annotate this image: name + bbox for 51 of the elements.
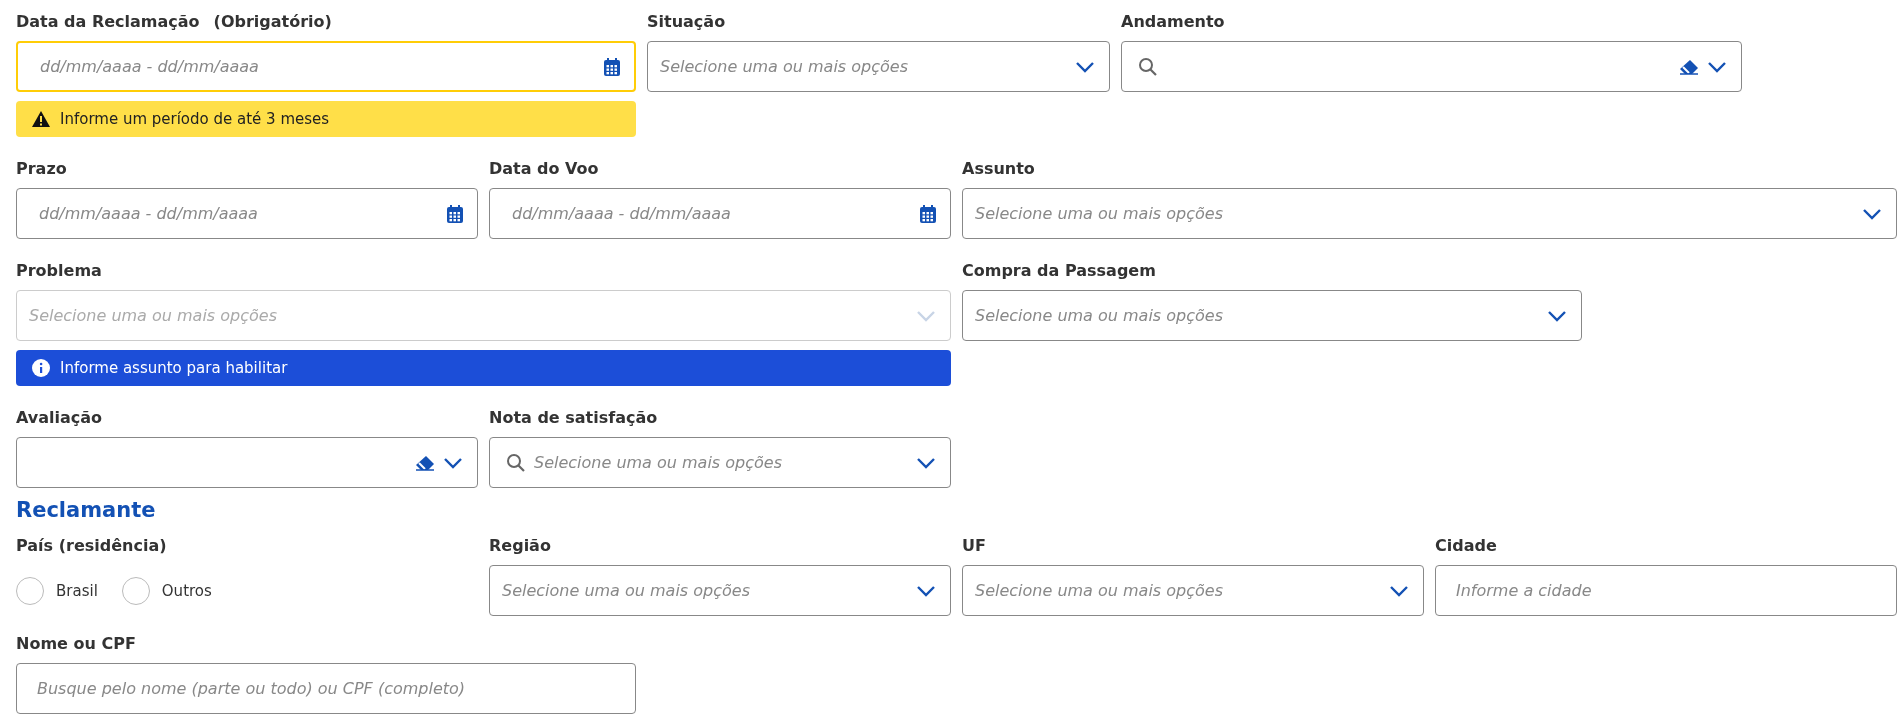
date-range-field[interactable]: dd/mm/aaaa - dd/mm/aaaa: [16, 188, 478, 239]
search-icon: [506, 452, 526, 473]
alert-text: Informe assunto para habilitar: [60, 359, 288, 377]
eraser-icon[interactable]: [1679, 58, 1699, 75]
chevron-down-icon[interactable]: [916, 456, 936, 469]
eraser-icon[interactable]: [415, 454, 435, 471]
field-label: Nota de satisfação: [489, 407, 658, 427]
field-label: Compra da Passagem: [962, 260, 1156, 280]
field-label: Problema: [16, 260, 102, 280]
text-field[interactable]: Busque pelo nome (parte ou todo) ou CPF (completo): [16, 663, 636, 714]
radio-option[interactable]: Brasil: [16, 576, 98, 605]
field-label: Prazo: [16, 158, 67, 178]
calendar-icon[interactable]: [604, 57, 620, 76]
info-icon: [32, 359, 50, 377]
select-field[interactable]: Selecione uma ou mais opções: [962, 290, 1582, 341]
required-note: (Obrigatório): [213, 11, 332, 31]
select-field[interactable]: Selecione uma ou mais opções: [962, 188, 1897, 239]
section-title: Reclamante: [16, 498, 157, 522]
field-label: País (residência): [16, 535, 167, 555]
select-field[interactable]: Selecione uma ou mais opções: [647, 41, 1110, 92]
field-label: Data do Voo: [489, 158, 599, 178]
calendar-icon[interactable]: [920, 204, 936, 223]
chevron-down-icon[interactable]: [1547, 309, 1567, 322]
chevron-down-icon[interactable]: [1389, 584, 1409, 597]
search-icon: [1138, 56, 1158, 77]
field-label: UF: [962, 535, 986, 555]
chevron-down-icon[interactable]: [1862, 207, 1882, 220]
select-field[interactable]: Selecione uma ou mais opções: [962, 565, 1424, 616]
calendar-icon[interactable]: [447, 204, 463, 223]
field-label: Data da Reclamação: [16, 11, 200, 31]
field-label: Avaliação: [16, 407, 103, 427]
chevron-down-icon[interactable]: [916, 584, 936, 597]
chevron-down-icon[interactable]: [1707, 60, 1727, 73]
radio-option[interactable]: Outros: [121, 576, 212, 605]
select-field[interactable]: [16, 437, 478, 488]
text-field[interactable]: Informe a cidade: [1435, 565, 1897, 616]
select-field[interactable]: Selecione uma ou mais opções: [489, 565, 951, 616]
warning-icon: [32, 111, 50, 127]
field-label: Situação: [647, 11, 726, 31]
chevron-down-icon[interactable]: [1075, 60, 1095, 73]
field-label: Andamento: [1121, 11, 1225, 31]
date-range-field[interactable]: dd/mm/aaaa - dd/mm/aaaa: [16, 41, 636, 92]
field-label: Nome ou CPF: [16, 633, 136, 653]
field-label: Cidade: [1435, 535, 1497, 555]
alert-text: Informe um período de até 3 meses: [60, 110, 330, 128]
date-range-field[interactable]: dd/mm/aaaa - dd/mm/aaaa: [489, 188, 951, 239]
chevron-down-icon[interactable]: [443, 456, 463, 469]
search-select-field[interactable]: Selecione uma ou mais opções: [489, 437, 951, 488]
search-select-field[interactable]: [1121, 41, 1742, 92]
field-label: Região: [489, 535, 551, 555]
field-label: Assunto: [962, 158, 1035, 178]
